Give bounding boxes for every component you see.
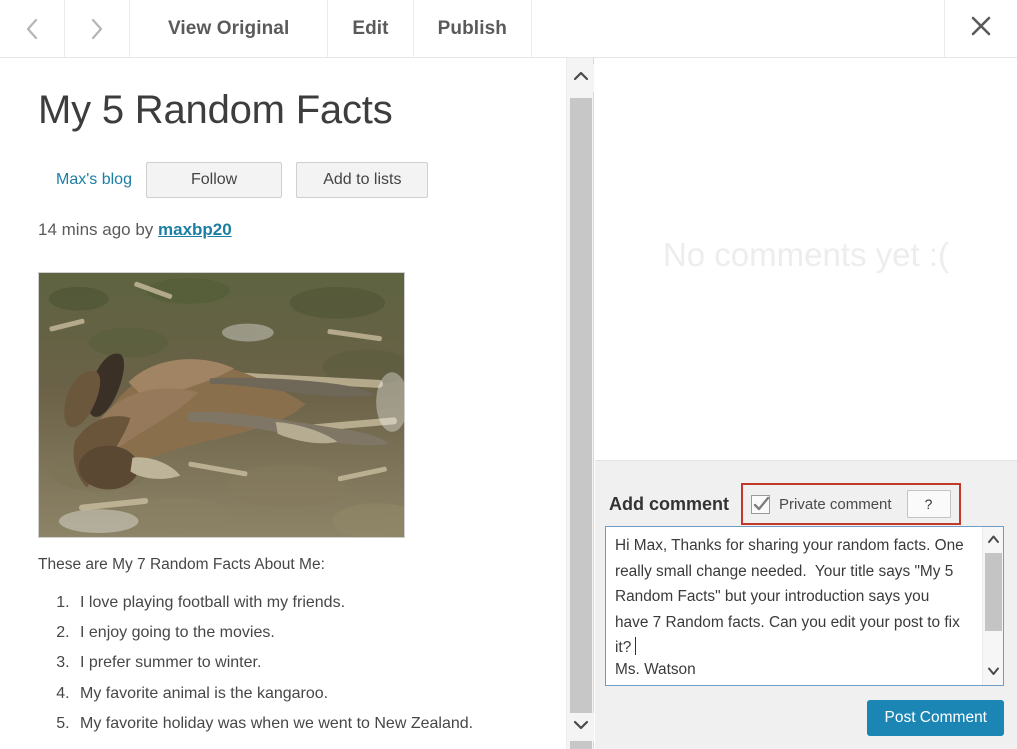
chevron-down-icon: [987, 663, 1000, 681]
tab-view-original[interactable]: View Original: [130, 0, 328, 57]
blog-link[interactable]: Max's blog: [38, 171, 132, 189]
post-intro: These are My 7 Random Facts About Me:: [38, 556, 325, 574]
post-image: [38, 272, 405, 538]
scroll-down-button[interactable]: [567, 713, 594, 741]
close-icon: [970, 15, 992, 42]
scroll-up-button[interactable]: [567, 64, 594, 92]
list-item: I love playing football with my friends.: [74, 588, 540, 618]
comment-signoff: Ms. Watson: [615, 661, 696, 679]
private-comment-checkbox[interactable]: [751, 495, 770, 514]
close-button[interactable]: [945, 0, 1017, 57]
text-caret: [635, 637, 636, 655]
list-item: I enjoy going to the movies.: [74, 618, 540, 648]
comment-scrollbar-thumb[interactable]: [985, 553, 1002, 631]
chevron-up-icon: [573, 69, 589, 87]
byline: 14 mins ago by maxbp20: [38, 220, 232, 240]
follow-button[interactable]: Follow: [146, 162, 282, 198]
scrollbar-thumb[interactable]: [570, 98, 592, 749]
post-meta-row: Max's blog Follow Add to lists: [38, 162, 428, 198]
tab-edit-label: Edit: [352, 18, 388, 40]
add-comment-section: Add comment Private comment ? Hi Max, Th…: [595, 460, 1017, 749]
tab-publish[interactable]: Publish: [414, 0, 532, 57]
next-button[interactable]: [65, 0, 130, 57]
post-scrollbar[interactable]: [566, 58, 594, 749]
chevron-down-icon: [573, 718, 589, 736]
chevron-left-icon: [23, 16, 41, 42]
post-content-pane: My 5 Random Facts Max's blog Follow Add …: [0, 58, 566, 749]
author-link[interactable]: maxbp20: [158, 220, 232, 239]
tab-edit[interactable]: Edit: [328, 0, 413, 57]
toolbar-spacer: [532, 0, 945, 57]
private-comment-label: Private comment: [779, 496, 892, 513]
byline-time: 14 mins ago by: [38, 220, 158, 239]
add-to-lists-button[interactable]: Add to lists: [296, 162, 428, 198]
comment-input-value: Hi Max, Thanks for sharing your random f…: [615, 533, 965, 661]
previous-button[interactable]: [0, 0, 65, 57]
tab-publish-label: Publish: [438, 18, 507, 40]
comment-scroll-up-button[interactable]: [983, 529, 1004, 551]
page-title: My 5 Random Facts: [38, 88, 393, 133]
help-button[interactable]: ?: [907, 490, 951, 518]
kangaroo-photo-illustration: [39, 273, 404, 537]
no-comments-placeholder: No comments yet :(: [595, 236, 1017, 274]
add-comment-header: Add comment Private comment ?: [609, 483, 961, 525]
comment-scrollbar[interactable]: [982, 527, 1003, 685]
tab-view-original-label: View Original: [168, 18, 289, 40]
add-comment-label: Add comment: [609, 494, 729, 515]
post-comment-button[interactable]: Post Comment: [867, 700, 1004, 736]
list-item: I prefer summer to winter.: [74, 648, 540, 678]
facts-list: I love playing football with my friends.…: [40, 588, 540, 739]
blog-post-viewer-window: View Original Edit Publish My 5 Random F…: [0, 0, 1017, 749]
comment-input[interactable]: Hi Max, Thanks for sharing your random f…: [605, 526, 1004, 686]
comments-pane: No comments yet :( Add comment Private c…: [595, 58, 1017, 749]
list-item: My favorite animal is the kangaroo.: [74, 679, 540, 709]
private-comment-highlight: Private comment ?: [741, 483, 961, 525]
top-toolbar: View Original Edit Publish: [0, 0, 1017, 58]
comment-scroll-down-button[interactable]: [983, 661, 1004, 683]
list-item: My favorite holiday was when we went to …: [74, 709, 540, 739]
chevron-up-icon: [987, 531, 1000, 549]
chevron-right-icon: [88, 16, 106, 42]
